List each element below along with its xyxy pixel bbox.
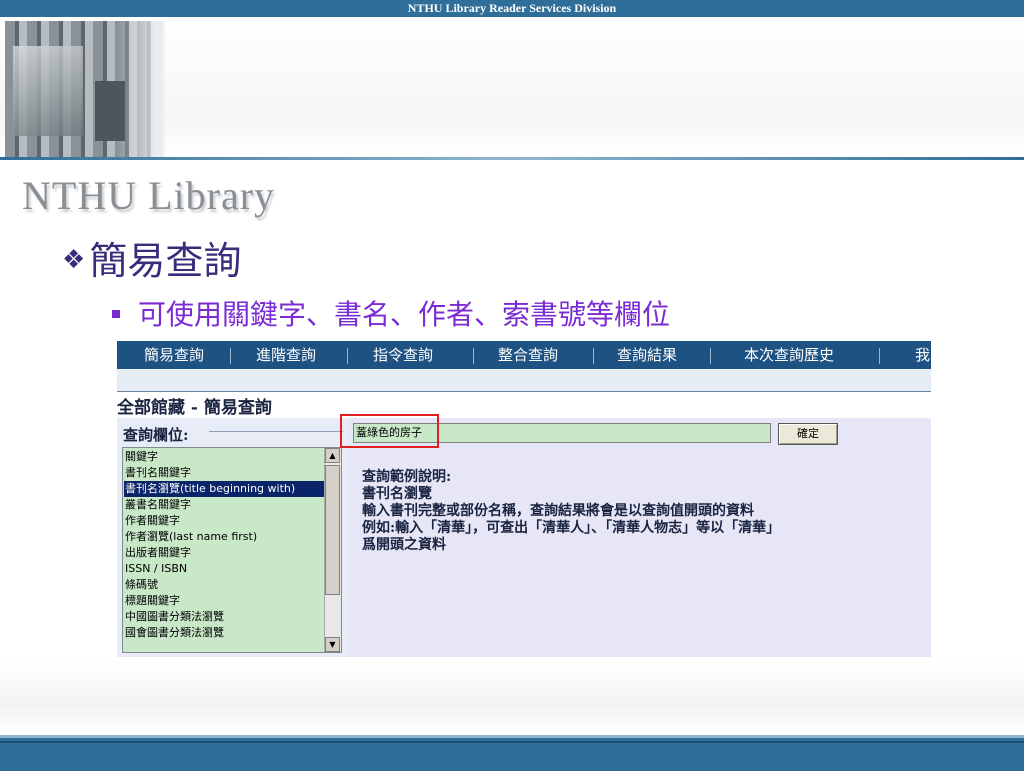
help-line: 例如:輸入「清華」，可查出「清華人」、「清華人物志」等以「清華」 — [362, 520, 781, 536]
nav-tab-advanced-search[interactable]: 進階查詢 — [256, 341, 316, 369]
library-entrance-photo — [5, 21, 165, 157]
nav-separator — [879, 348, 880, 364]
nav-separator — [710, 348, 711, 364]
slide-heading-text: 簡易查詢 — [89, 239, 242, 283]
listbox-scrollbar[interactable]: ▲ ▼ — [324, 448, 341, 652]
nav-tab-search-history[interactable]: 本次查詢歷史 — [744, 341, 834, 369]
nav-sub-strip — [117, 369, 931, 392]
search-field-listbox[interactable]: 關鍵字 書刊名關鍵字 書刊名瀏覽(title beginning with) 叢… — [122, 447, 342, 653]
nav-separator — [230, 348, 231, 364]
nav-tab-command-search[interactable]: 指令查詢 — [373, 341, 433, 369]
slide-heading: ❖ 簡易查詢 — [62, 230, 241, 285]
list-item[interactable]: 出版者關鍵字 — [124, 545, 324, 561]
nav-separator — [347, 348, 348, 364]
division-title: NTHU Library Reader Services Division — [407, 1, 617, 15]
photo-glass-panel — [13, 46, 83, 136]
list-item[interactable]: 作者關鍵字 — [124, 513, 324, 529]
list-item-selected[interactable]: 書刊名瀏覽(title beginning with) — [124, 481, 324, 497]
list-item[interactable]: 叢書名關鍵字 — [124, 497, 324, 513]
help-line: 爲開頭之資料 — [362, 537, 446, 553]
list-item[interactable]: 書刊名關鍵字 — [124, 465, 324, 481]
catalog-nav-bar: 簡易查詢 進階查詢 指令查詢 整合查詢 查詢結果 本次查詢歷史 我 — [117, 341, 931, 369]
square-bullet-icon — [112, 310, 120, 318]
listbox-options: 關鍵字 書刊名關鍵字 書刊名瀏覽(title beginning with) 叢… — [124, 449, 324, 641]
nav-tab-search-results[interactable]: 查詢結果 — [617, 341, 677, 369]
field-label-rule — [209, 431, 343, 432]
scroll-thumb[interactable] — [325, 465, 340, 595]
slide-subpoint: 可使用關鍵字、書名、作者、索書號等欄位 — [112, 293, 670, 333]
search-input-area: 蓋綠色的房子 確定 查詢範例說明: 書刊名瀏覽 輸入書刊完整或部份名稱，查詢結果… — [349, 418, 931, 657]
catalog-page-title: 全部館藏 - 簡易查詢 — [117, 398, 272, 418]
nav-tab-truncated[interactable]: 我 — [915, 341, 930, 369]
bottom-decoration — [0, 660, 1024, 735]
bottom-footer-bar — [0, 735, 1024, 771]
list-item[interactable]: 國會圖書分類法瀏覽 — [124, 625, 324, 641]
list-item[interactable]: 條碼號 — [124, 577, 324, 593]
scroll-up-arrow-icon[interactable]: ▲ — [325, 448, 340, 463]
nav-tab-integrated-search[interactable]: 整合查詢 — [498, 341, 558, 369]
help-line: 輸入書刊完整或部份名稱，查詢結果將會是以查詢值開頭的資料 — [362, 503, 754, 519]
list-item[interactable]: 標題關鍵字 — [124, 593, 324, 609]
catalog-screenshot: 簡易查詢 進階查詢 指令查詢 整合查詢 查詢結果 本次查詢歷史 我 全部館藏 -… — [117, 341, 931, 657]
banner-divider — [0, 157, 1024, 160]
list-item[interactable]: 作者瀏覽(last name first) — [124, 529, 324, 545]
nav-separator — [593, 348, 594, 364]
list-item[interactable]: 關鍵字 — [124, 449, 324, 465]
diamond-bullet-icon: ❖ — [62, 245, 86, 275]
search-field-label: 查詢欄位: — [123, 426, 189, 444]
highlight-annotation-box — [340, 414, 439, 448]
slide-subpoint-text: 可使用關鍵字、書名、作者、索書號等欄位 — [138, 298, 671, 331]
scroll-down-arrow-icon[interactable]: ▼ — [325, 637, 340, 652]
nav-tab-simple-search[interactable]: 簡易查詢 — [144, 341, 204, 369]
list-item[interactable]: 中國圖書分類法瀏覽 — [124, 609, 324, 625]
search-field-panel: 查詢欄位: 關鍵字 書刊名關鍵字 書刊名瀏覽(title beginning w… — [117, 418, 349, 657]
library-title: NTHU Library — [22, 173, 276, 218]
help-field-name: 書刊名瀏覽 — [362, 486, 432, 502]
banner — [0, 17, 1024, 160]
top-header-bar: NTHU Library Reader Services Division — [0, 0, 1024, 17]
nav-separator — [473, 348, 474, 364]
photo-door — [95, 81, 125, 141]
list-item[interactable]: ISSN / ISBN — [124, 561, 324, 577]
submit-button[interactable]: 確定 — [778, 423, 838, 445]
help-title: 查詢範例說明: — [362, 469, 452, 485]
search-help: 查詢範例說明: 書刊名瀏覽 輸入書刊完整或部份名稱，查詢結果將會是以查詢值開頭的… — [362, 469, 932, 554]
